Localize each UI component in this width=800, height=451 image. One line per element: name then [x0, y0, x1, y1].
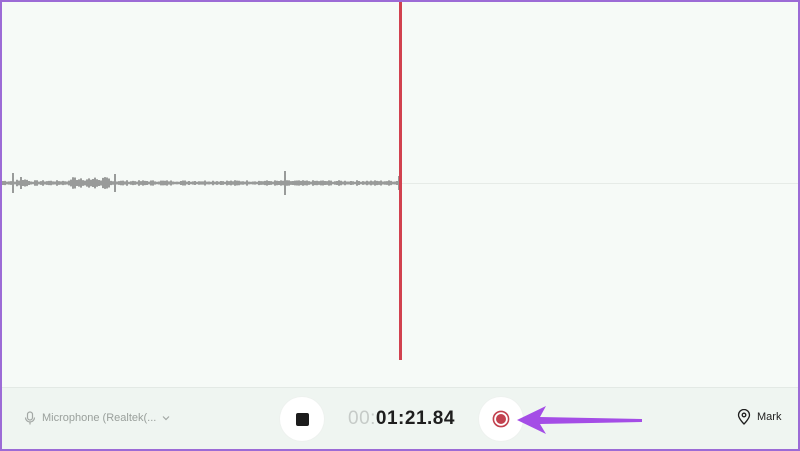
recording-timer: 00:01:21.84	[348, 408, 455, 430]
microphone-label: Microphone (Realtek(...	[42, 412, 157, 424]
screenshot-border: Microphone (Realtek(... 00:01:21.84 Mark	[0, 0, 800, 451]
annotation-arrow-icon	[517, 406, 642, 434]
stop-icon	[295, 412, 309, 426]
microphone-selector[interactable]: Microphone (Realtek(...	[24, 407, 176, 429]
waveform-baseline	[400, 183, 798, 184]
microphone-icon	[24, 411, 36, 425]
playhead[interactable]	[399, 2, 402, 360]
controls-bar: Microphone (Realtek(... 00:01:21.84 Mark	[2, 387, 798, 449]
mark-button[interactable]: Mark	[737, 409, 781, 425]
timer-elapsed: 01:21.84	[375, 408, 455, 429]
location-pin-icon	[737, 409, 751, 425]
stop-button[interactable]	[280, 397, 324, 441]
waveform-area	[2, 2, 798, 387]
chevron-down-icon	[162, 416, 170, 421]
record-icon	[492, 410, 510, 428]
timer-hours: 00:	[348, 408, 376, 429]
waveform	[2, 171, 400, 195]
sound-recorder-window: Microphone (Realtek(... 00:01:21.84 Mark	[2, 2, 798, 449]
mark-label: Mark	[757, 411, 782, 423]
